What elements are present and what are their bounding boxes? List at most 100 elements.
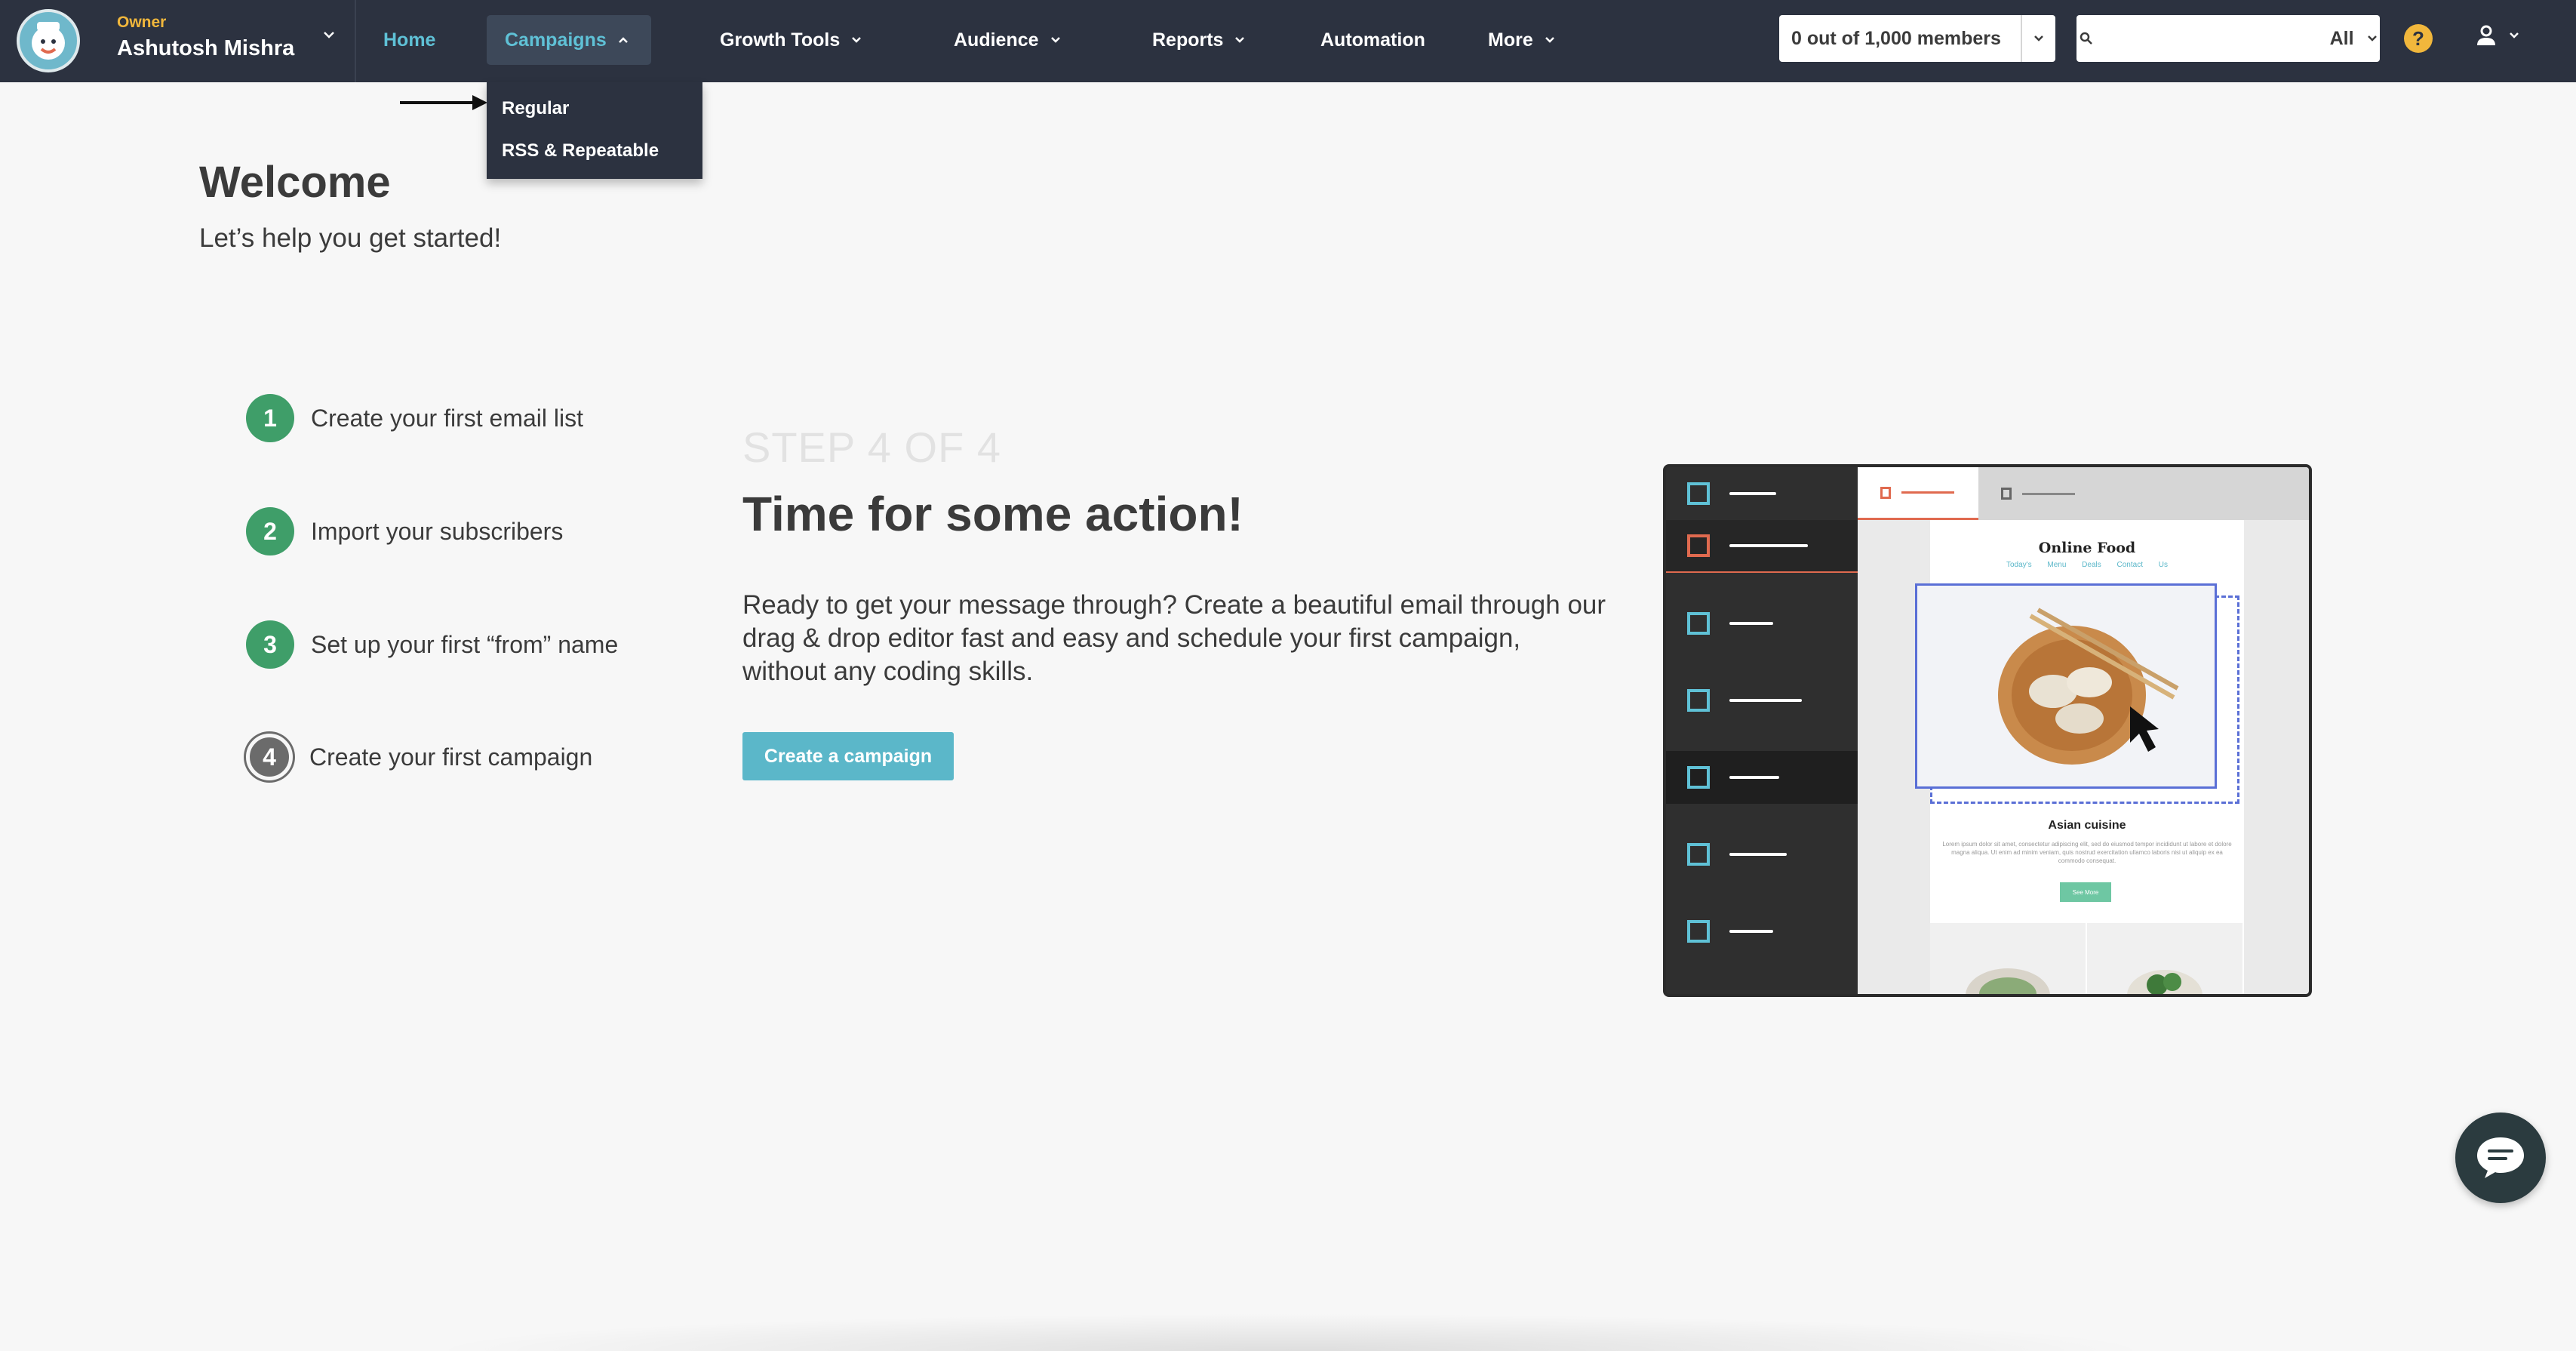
step-description: Ready to get your message through? Creat… xyxy=(742,590,1606,686)
salad-bowl-icon xyxy=(1966,968,2050,994)
owner-name: Ashutosh Mishra xyxy=(117,36,295,60)
nav-audience[interactable]: Audience xyxy=(936,15,1080,65)
email-see-more-button: See More xyxy=(2060,882,2111,902)
nav-campaigns[interactable]: Campaigns xyxy=(487,15,651,65)
members-dropdown-toggle[interactable] xyxy=(2021,15,2055,62)
square-icon xyxy=(1687,920,1710,943)
app-logo[interactable] xyxy=(17,9,80,72)
members-counter[interactable]: 0 out of 1,000 members xyxy=(1779,15,2055,62)
email-preview: Online Food Today's Menu Deals Contact U… xyxy=(1915,520,2244,994)
tab-square-icon xyxy=(2001,488,2012,500)
placeholder-line xyxy=(1729,699,1802,702)
email-brand: Online Food xyxy=(2038,540,2136,556)
step-title: Time for some action! xyxy=(742,487,1243,541)
chevron-down-icon xyxy=(852,37,862,43)
illustration-sidebar xyxy=(1666,467,1858,994)
square-icon xyxy=(1687,843,1710,866)
page-title: Welcome xyxy=(199,158,391,207)
placeholder-line xyxy=(1729,776,1779,779)
illustration-block xyxy=(1666,467,1858,520)
owner-role-label: Owner xyxy=(117,14,167,31)
illustration-block xyxy=(1666,905,1858,958)
placeholder-line xyxy=(1901,491,1954,494)
chevron-down-icon xyxy=(2510,32,2519,38)
page-subtitle: Let’s help you get started! xyxy=(199,223,502,253)
hero-image xyxy=(1915,583,2217,789)
onboarding-step-3[interactable]: 3 Set up your first “from” name xyxy=(246,620,618,669)
nav-home[interactable]: Home xyxy=(365,15,453,65)
user-icon xyxy=(2477,25,2495,45)
email-links: Today's Menu Deals Contact Us xyxy=(2006,561,2168,569)
search-input[interactable] xyxy=(2095,20,2330,57)
chat-widget-button[interactable] xyxy=(2455,1112,2546,1203)
mascot-icon xyxy=(32,22,65,60)
nav-more[interactable]: More xyxy=(1470,15,1574,65)
nav-growth-tools[interactable]: Growth Tools xyxy=(702,15,881,65)
top-navbar: Owner Ashutosh Mishra Home Campaigns Gro… xyxy=(0,0,2576,82)
footer-shadow xyxy=(423,1313,2158,1351)
user-menu[interactable] xyxy=(2475,24,2520,47)
illustration-tab xyxy=(1978,467,2099,520)
step-label: Set up your first “from” name xyxy=(311,630,619,658)
editor-illustration: Online Food Today's Menu Deals Contact U… xyxy=(1663,464,2312,997)
placeholder-line xyxy=(1729,930,1773,933)
chevron-down-icon xyxy=(2367,35,2377,42)
square-icon xyxy=(1687,766,1710,789)
campaigns-dropdown-menu: Regular RSS & Repeatable xyxy=(487,82,702,179)
search-scope-select[interactable]: All xyxy=(2330,28,2365,50)
members-count: 0 out of 1,000 members xyxy=(1791,27,2001,49)
illustration-block xyxy=(1666,597,1858,650)
step-number-badge: 2 xyxy=(246,507,294,555)
chevron-down-icon xyxy=(1050,37,1060,43)
chat-icon xyxy=(2477,1137,2524,1178)
illustration-block xyxy=(1666,674,1858,727)
step-counter: STEP 4 OF 4 xyxy=(742,423,1001,471)
placeholder-line xyxy=(1729,853,1787,856)
placeholder-line xyxy=(1729,492,1776,495)
nav-reports-label: Reports xyxy=(1152,29,1224,51)
square-icon xyxy=(1687,612,1710,635)
menu-item-regular[interactable]: Regular xyxy=(487,91,702,134)
step-number-badge-current: 4 xyxy=(246,734,293,780)
search-scope-toggle[interactable] xyxy=(2365,34,2380,43)
account-switcher[interactable]: Owner Ashutosh Mishra xyxy=(117,14,294,61)
step-label: Import your subscribers xyxy=(311,517,564,545)
nav-divider xyxy=(355,0,356,82)
chevron-down-icon xyxy=(1545,37,1554,43)
illustration-block xyxy=(1666,828,1858,881)
search-icon xyxy=(2076,32,2096,45)
create-campaign-button[interactable]: Create a campaign xyxy=(742,732,954,780)
dumpling-bowl-icon xyxy=(1998,608,2179,765)
menu-item-rss-repeatable[interactable]: RSS & Repeatable xyxy=(487,134,702,176)
tab-square-icon xyxy=(1880,486,1891,499)
illustration-tab-active xyxy=(1858,467,1978,520)
onboarding-step-4[interactable]: 4 Create your first campaign xyxy=(246,734,592,780)
nav-reports[interactable]: Reports xyxy=(1134,15,1264,65)
email-section-title: Asian cuisine xyxy=(2048,819,2126,832)
pointer-arrow-icon xyxy=(400,95,487,110)
nav-automation-label: Automation xyxy=(1320,29,1425,51)
nav-audience-label: Audience xyxy=(954,29,1039,51)
onboarding-step-1[interactable]: 1 Create your first email list xyxy=(246,394,583,442)
global-search: All xyxy=(2076,15,2380,62)
chevron-down-icon xyxy=(2034,35,2043,42)
step-number-badge: 1 xyxy=(246,394,294,442)
onboarding-step-2[interactable]: 2 Import your subscribers xyxy=(246,507,563,555)
square-icon xyxy=(1687,689,1710,712)
nav-growth-tools-label: Growth Tools xyxy=(720,29,841,51)
email-body-text: Lorem ipsum dolor sit amet, consectetur … xyxy=(1942,841,2232,864)
placeholder-line xyxy=(1729,622,1773,625)
illustration-block xyxy=(1666,751,1858,804)
nav-automation[interactable]: Automation xyxy=(1302,15,1443,65)
food-thumbnail xyxy=(2087,923,2244,994)
step-label: Create your first campaign xyxy=(309,743,593,771)
illustration-tabs xyxy=(1858,467,2309,520)
illustration-block-active xyxy=(1666,520,1858,573)
step-label: Create your first email list xyxy=(311,404,583,432)
nav-home-label: Home xyxy=(383,29,436,51)
broccoli-bowl-icon xyxy=(2127,970,2203,994)
chevron-down-icon[interactable] xyxy=(323,30,335,39)
help-icon[interactable]: ? xyxy=(2404,24,2433,53)
square-icon xyxy=(1687,482,1710,505)
email-thumbnails xyxy=(1930,923,2244,994)
